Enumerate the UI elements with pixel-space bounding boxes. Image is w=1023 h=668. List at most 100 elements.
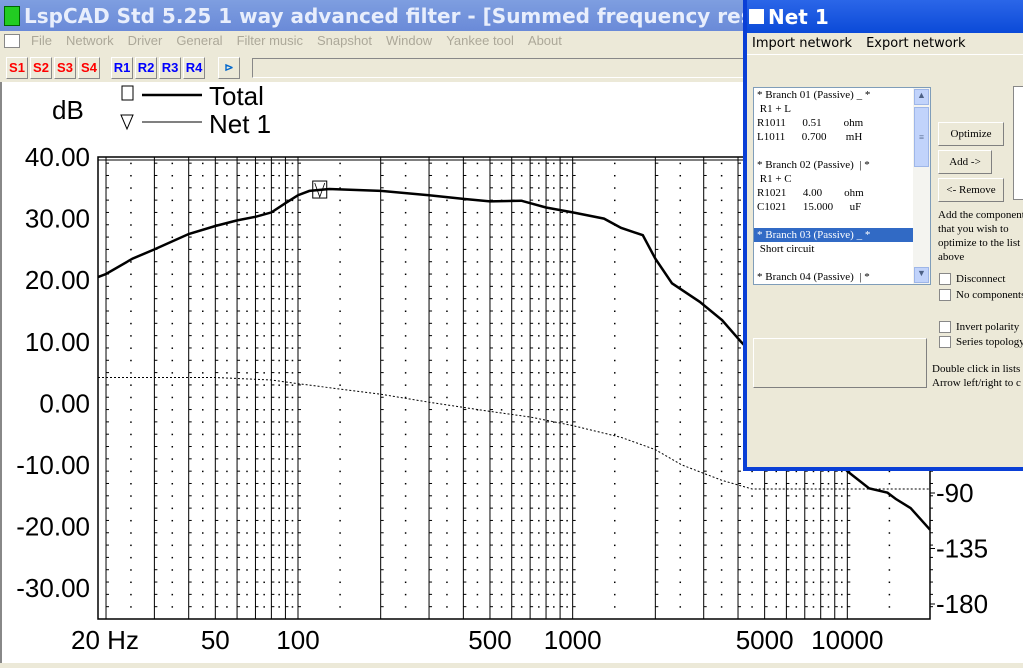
- grid-dot: [775, 606, 778, 608]
- scroll-thumb[interactable]: ≡: [914, 107, 929, 167]
- grid-dot: [812, 544, 815, 547]
- grid-dot: [613, 581, 616, 584]
- grid-dot: [291, 174, 294, 177]
- grid-dot: [888, 581, 891, 584]
- grid-dot: [171, 273, 174, 276]
- document-icon[interactable]: [4, 33, 20, 48]
- dialog-title-bar[interactable]: Net 1: [747, 0, 1023, 33]
- menu-driver[interactable]: Driver: [121, 33, 170, 48]
- list-scrollbar[interactable]: ▲ ≡ ▼: [913, 88, 930, 284]
- snapshot-s2-button[interactable]: S2: [30, 57, 52, 79]
- menu-file[interactable]: File: [24, 33, 59, 48]
- disconnect-checkbox[interactable]: [939, 273, 951, 285]
- menu-export-network[interactable]: Export network: [866, 36, 965, 51]
- list-item[interactable]: R1 + C: [754, 172, 930, 186]
- snapshot-s1-button[interactable]: S1: [6, 57, 28, 79]
- grid-dot: [404, 187, 407, 189]
- list-item[interactable]: C1021 15.000 uF: [754, 200, 930, 214]
- list-item[interactable]: * Branch 04 (Passive) | *: [754, 270, 930, 284]
- grid-dot: [720, 359, 723, 362]
- menu-window[interactable]: Window: [379, 33, 439, 48]
- menu-snapshot[interactable]: Snapshot: [310, 33, 379, 48]
- add-button[interactable]: Add ->: [938, 150, 992, 174]
- filter-network-icon[interactable]: ⊳: [218, 57, 240, 79]
- grid-dot: [291, 384, 294, 386]
- optimize-button[interactable]: Optimize: [938, 122, 1004, 146]
- no-components-checkbox[interactable]: [939, 289, 951, 301]
- menu-general[interactable]: General: [169, 33, 229, 48]
- remove-button[interactable]: <- Remove: [938, 178, 1004, 202]
- grid-dot: [404, 335, 407, 337]
- list-item[interactable]: * Branch 03 (Passive) _ *: [754, 228, 930, 242]
- grid-dot: [520, 335, 523, 337]
- grid-dot: [888, 519, 891, 522]
- branch-list[interactable]: * Branch 01 (Passive) _ * R1 + L R1011 0.…: [753, 87, 931, 285]
- grid-dot: [538, 322, 540, 325]
- menu-import-network[interactable]: Import network: [752, 36, 852, 51]
- list-item[interactable]: * Branch 02 (Passive) | *: [754, 158, 930, 172]
- list-item[interactable]: R1021 4.00 ohm: [754, 186, 930, 200]
- scroll-up-icon[interactable]: ▲: [914, 89, 929, 105]
- snapshot-s4-button[interactable]: S4: [78, 57, 100, 79]
- grid-dot: [446, 174, 448, 177]
- list-item[interactable]: [754, 256, 930, 270]
- grid-dot: [476, 187, 479, 189]
- grid-dot: [775, 544, 778, 547]
- grid-dot: [446, 298, 448, 300]
- menu-filter-music[interactable]: Filter music: [230, 33, 310, 48]
- snapshot-s3-button[interactable]: S3: [54, 57, 76, 79]
- grid-dot: [476, 248, 479, 251]
- grid-dot: [171, 384, 174, 386]
- invert-polarity-label: Invert polarity: [956, 321, 1020, 333]
- grid-dot: [130, 482, 132, 485]
- grid-dot: [446, 532, 448, 534]
- menu-about[interactable]: About: [521, 33, 569, 48]
- recall-r2-button[interactable]: R2: [135, 57, 157, 79]
- grid-dot: [553, 224, 555, 226]
- scroll-down-icon[interactable]: ▼: [914, 267, 929, 283]
- grid-dot: [751, 556, 753, 559]
- grid-dot: [171, 322, 174, 325]
- series-topology-checkbox[interactable]: [939, 336, 951, 348]
- list-item[interactable]: Short circuit: [754, 242, 930, 256]
- list-item[interactable]: L1011 0.700 mH: [754, 130, 930, 144]
- grid-dot: [446, 162, 448, 165]
- grid-dot: [538, 396, 540, 399]
- grid-dot: [720, 581, 723, 584]
- grid-dot: [775, 507, 778, 510]
- grid-dot: [613, 495, 616, 497]
- grid-dot: [476, 421, 479, 423]
- recall-r3-button[interactable]: R3: [159, 57, 181, 79]
- grid-dot: [720, 606, 723, 608]
- series-topology-label: Series topology: [956, 336, 1023, 348]
- grid-dot: [202, 285, 204, 288]
- grid-dot: [246, 569, 248, 571]
- y-tick-label: -20.00: [16, 512, 90, 542]
- list-item[interactable]: * Branch 01 (Passive) _ *: [754, 88, 930, 102]
- grid-dot: [720, 482, 723, 485]
- menu-network[interactable]: Network: [59, 33, 121, 48]
- recall-r4-button[interactable]: R4: [183, 57, 205, 79]
- list-item[interactable]: R1 + L: [754, 102, 930, 116]
- grid-dot: [339, 433, 341, 436]
- grid-dot: [446, 211, 448, 214]
- grid-dot: [246, 285, 248, 288]
- grid-dot: [171, 359, 174, 362]
- list-item[interactable]: [754, 144, 930, 158]
- grid-dot: [291, 187, 294, 189]
- recall-r1-button[interactable]: R1: [111, 57, 133, 79]
- optimize-list[interactable]: [1013, 86, 1023, 200]
- list-item[interactable]: [754, 214, 930, 228]
- grid-dot: [246, 593, 248, 596]
- menu-yankee-tool[interactable]: Yankee tool: [439, 33, 521, 48]
- grid-dot: [404, 285, 407, 288]
- invert-polarity-checkbox[interactable]: [939, 321, 951, 333]
- dialog-title: Net 1: [768, 4, 829, 29]
- list-item[interactable]: R1011 0.51 ohm: [754, 116, 930, 130]
- grid-dot: [404, 569, 407, 571]
- grid-dot: [404, 507, 407, 510]
- grid-dot: [278, 372, 280, 374]
- grid-dot: [246, 261, 248, 263]
- grid-dot: [841, 532, 843, 534]
- grid-dot: [520, 470, 523, 473]
